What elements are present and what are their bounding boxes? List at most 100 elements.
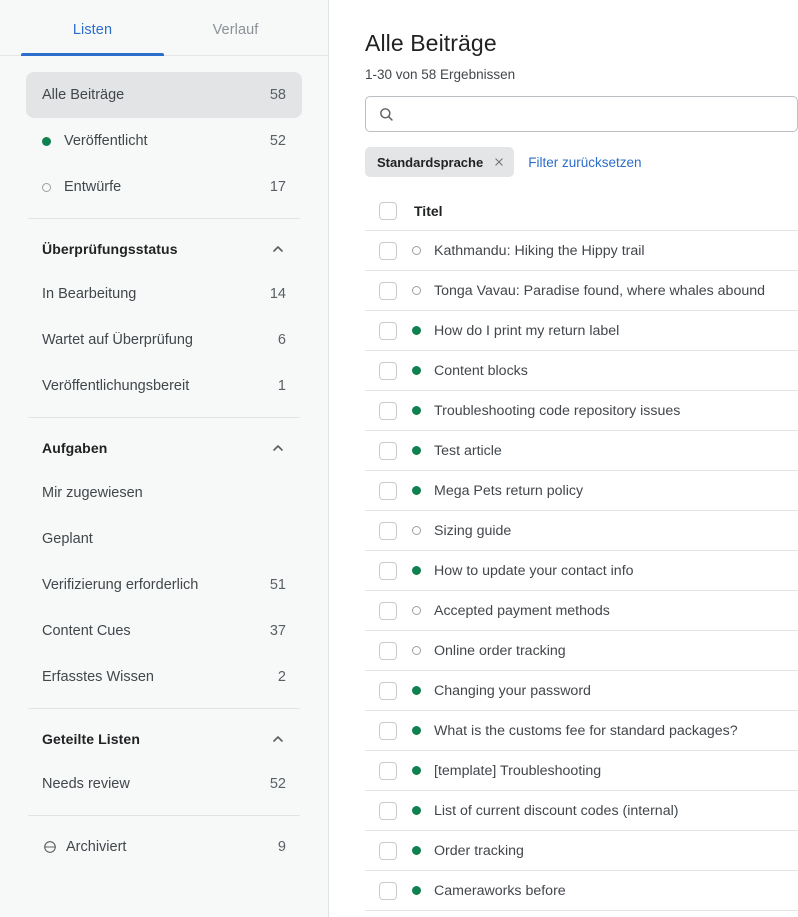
sidebar-tabs: Listen Verlauf: [0, 22, 328, 56]
row-title: How to update your contact info: [434, 562, 634, 579]
row-title: How do I print my return label: [434, 322, 620, 339]
table-row[interactable]: Sizing guide: [365, 511, 798, 551]
row-checkbox[interactable]: [379, 721, 397, 740]
select-all-checkbox[interactable]: [379, 201, 397, 220]
table-row[interactable]: Accepted payment methods: [365, 591, 798, 631]
row-checkbox[interactable]: [379, 881, 397, 900]
chevron-up-icon[interactable]: [270, 241, 286, 257]
table-row[interactable]: Cameraworks before: [365, 871, 798, 911]
sidebar-item-label: Mir zugewiesen: [42, 485, 143, 501]
table-row[interactable]: Test article: [365, 431, 798, 471]
status-dot-published-icon: [412, 726, 434, 735]
sidebar-section-geteilte-listen[interactable]: Geteilte Listen: [26, 717, 302, 761]
status-dot-draft-icon: [412, 606, 434, 615]
status-dot-draft-icon: [42, 182, 64, 192]
row-checkbox[interactable]: [379, 641, 397, 660]
sidebar-item-erfasstes-wissen[interactable]: Erfasstes Wissen 2: [26, 654, 302, 700]
sidebar-item-alle-beitraege[interactable]: Alle Beiträge 58: [26, 72, 302, 118]
status-dot-published-icon: [412, 766, 434, 775]
table-row[interactable]: List of current discount codes (internal…: [365, 791, 798, 831]
row-title: Changing your password: [434, 682, 591, 699]
table-row[interactable]: Troubleshooting code repository issues: [365, 391, 798, 431]
sidebar-divider: [28, 417, 300, 418]
sidebar-item-count: 51: [269, 577, 286, 593]
row-title: List of current discount codes (internal…: [434, 802, 679, 819]
row-checkbox[interactable]: [379, 361, 397, 380]
filter-row: Standardsprache Filter zurücksetzen: [365, 147, 798, 177]
sidebar-item-verifizierung-erforderlich[interactable]: Verifizierung erforderlich 51: [26, 562, 302, 608]
sidebar-divider: [28, 708, 300, 709]
status-dot-published-icon: [42, 136, 64, 146]
sidebar-item-veroeffentlichungsbereit[interactable]: Veröffentlichungsbereit 1: [26, 363, 302, 409]
sidebar-item-entwuerfe[interactable]: Entwürfe 17: [26, 164, 302, 210]
status-dot-published-icon: [412, 446, 434, 455]
row-checkbox[interactable]: [379, 481, 397, 500]
sidebar-section-aufgaben[interactable]: Aufgaben: [26, 426, 302, 470]
table-row[interactable]: Tonga Vavau: Paradise found, where whale…: [365, 271, 798, 311]
status-dot-published-icon: [412, 846, 434, 855]
table-row[interactable]: How do I print my return label: [365, 311, 798, 351]
sidebar-item-label: Erfasstes Wissen: [42, 669, 154, 685]
sidebar-item-label: Wartet auf Überprüfung: [42, 332, 193, 348]
page-title: Alle Beiträge: [365, 30, 497, 56]
row-checkbox[interactable]: [379, 521, 397, 540]
search-bar[interactable]: [365, 96, 798, 132]
sidebar-item-count: 52: [269, 776, 286, 792]
sidebar: Listen Verlauf Alle Beiträge 58 Veröffen…: [0, 0, 329, 917]
search-icon: [380, 107, 393, 121]
row-checkbox[interactable]: [379, 241, 397, 260]
sidebar-item-mir-zugewiesen[interactable]: Mir zugewiesen: [26, 470, 302, 516]
tab-listen[interactable]: Listen: [21, 22, 164, 56]
table-row[interactable]: [template] Troubleshooting: [365, 751, 798, 791]
row-checkbox[interactable]: [379, 281, 397, 300]
row-title: Test article: [434, 442, 502, 459]
row-title: Online order tracking: [434, 642, 566, 659]
table-row[interactable]: Changing your password: [365, 671, 798, 711]
table-row[interactable]: What is the customs fee for standard pac…: [365, 711, 798, 751]
chevron-up-icon[interactable]: [270, 731, 286, 747]
row-checkbox[interactable]: [379, 561, 397, 580]
sidebar-item-label: Entwürfe: [64, 179, 122, 195]
search-input[interactable]: [405, 97, 797, 131]
status-dot-published-icon: [412, 686, 434, 695]
close-icon[interactable]: [492, 155, 506, 169]
sidebar-item-geplant[interactable]: Geplant: [26, 516, 302, 562]
table-row[interactable]: Mega Pets return policy: [365, 471, 798, 511]
table-row[interactable]: Content blocks: [365, 351, 798, 391]
row-checkbox[interactable]: [379, 321, 397, 340]
row-title: Mega Pets return policy: [434, 482, 584, 499]
posts-table: Titel Kathmandu: Hiking the Hippy trail …: [365, 191, 798, 911]
tab-verlauf[interactable]: Verlauf: [164, 22, 307, 55]
sidebar-section-ueberpruefungsstatus[interactable]: Überprüfungsstatus: [26, 227, 302, 271]
sidebar-item-count: 6: [277, 332, 286, 348]
row-title: Order tracking: [434, 842, 524, 859]
row-checkbox[interactable]: [379, 801, 397, 820]
table-row[interactable]: How to update your contact info: [365, 551, 798, 591]
sidebar-item-wartet-auf-ueberpruefung[interactable]: Wartet auf Überprüfung 6: [26, 317, 302, 363]
archive-icon: [44, 841, 56, 853]
sidebar-item-label: Content Cues: [42, 623, 131, 639]
row-checkbox[interactable]: [379, 441, 397, 460]
chevron-up-icon[interactable]: [270, 440, 286, 456]
sidebar-item-in-bearbeitung[interactable]: In Bearbeitung 14: [26, 271, 302, 317]
row-checkbox[interactable]: [379, 401, 397, 420]
sidebar-item-veroeffentlicht[interactable]: Veröffentlicht 52: [26, 118, 302, 164]
status-dot-draft-icon: [412, 246, 434, 255]
table-row[interactable]: Online order tracking: [365, 631, 798, 671]
filter-chip-standardsprache[interactable]: Standardsprache: [365, 147, 515, 177]
reset-filters-link[interactable]: Filter zurücksetzen: [528, 155, 641, 170]
row-checkbox[interactable]: [379, 841, 397, 860]
row-title: Troubleshooting code repository issues: [434, 402, 681, 419]
sidebar-item-label: Archiviert: [66, 839, 127, 855]
sidebar-section-title: Geteilte Listen: [42, 731, 140, 747]
tab-listen-label: Listen: [72, 22, 113, 38]
table-row[interactable]: Kathmandu: Hiking the Hippy trail: [365, 231, 798, 271]
sidebar-item-content-cues[interactable]: Content Cues 37: [26, 608, 302, 654]
sidebar-item-needs-review[interactable]: Needs review 52: [26, 761, 302, 807]
table-row[interactable]: Order tracking: [365, 831, 798, 871]
filter-chip-label: Standardsprache: [377, 154, 484, 170]
sidebar-item-archiviert[interactable]: Archiviert 9: [26, 824, 302, 870]
row-checkbox[interactable]: [379, 761, 397, 780]
row-checkbox[interactable]: [379, 681, 397, 700]
row-checkbox[interactable]: [379, 601, 397, 620]
